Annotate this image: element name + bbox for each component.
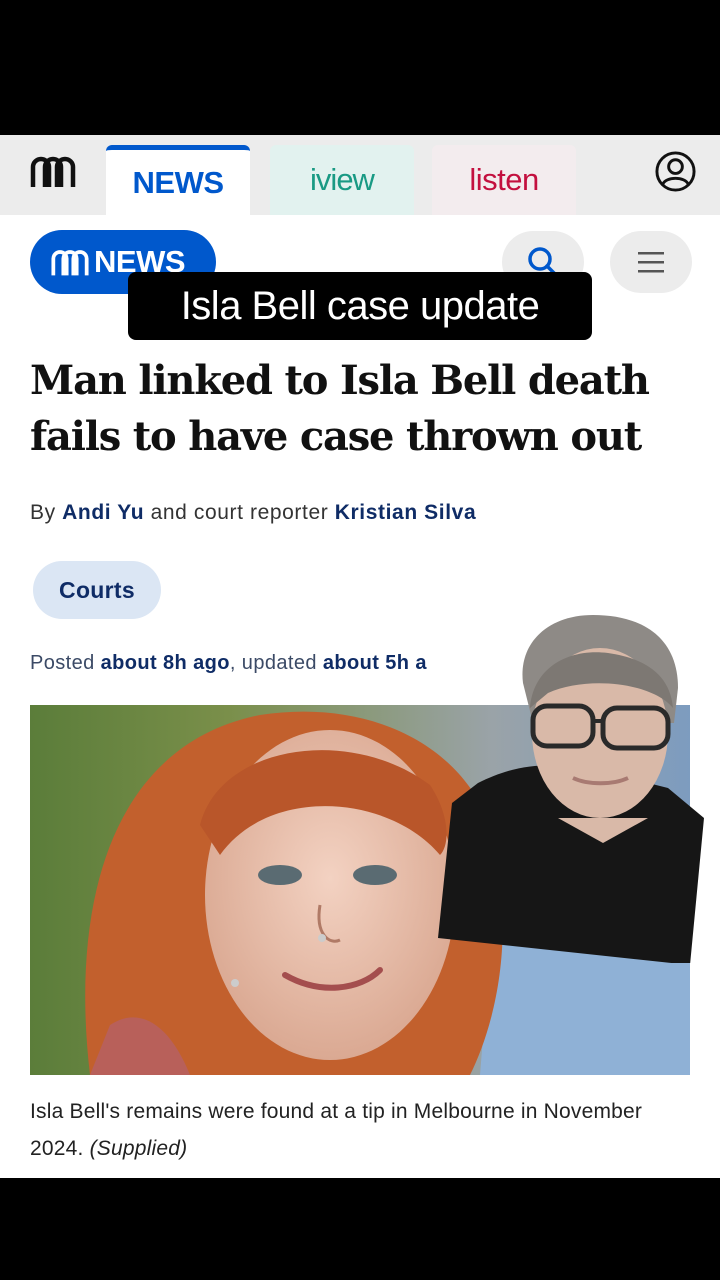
author-link-1[interactable]: Andi Yu bbox=[62, 501, 144, 524]
byline-prefix: By bbox=[30, 501, 56, 524]
byline-middle: and court reporter bbox=[150, 501, 329, 524]
updated-time: about 5h a bbox=[322, 652, 427, 674]
tab-news-label: NEWS bbox=[132, 164, 225, 200]
byline: By Andi Yu and court reporter Kristian S… bbox=[30, 501, 476, 525]
tab-iview-label: iview bbox=[310, 162, 375, 197]
updated-prefix: , updated bbox=[229, 652, 317, 674]
posted-time: about 8h ago bbox=[100, 652, 230, 674]
video-caption-text: Isla Bell case update bbox=[180, 283, 540, 328]
creator-video-cutout bbox=[438, 613, 706, 965]
account-icon[interactable] bbox=[654, 150, 697, 193]
tab-news[interactable]: NEWS bbox=[106, 145, 250, 215]
tab-iview[interactable]: iview bbox=[270, 145, 414, 215]
topic-tag-label: Courts bbox=[59, 576, 135, 603]
image-caption: Isla Bell's remains were found at a tip … bbox=[30, 1093, 670, 1167]
author-link-2[interactable]: Kristian Silva bbox=[335, 501, 476, 524]
posted-timestamp: Posted about 8h ago, updated about 5h a bbox=[30, 652, 427, 675]
creator-video-illustration bbox=[438, 615, 704, 965]
menu-button[interactable] bbox=[610, 231, 692, 293]
image-credit: (Supplied) bbox=[89, 1137, 188, 1160]
hamburger-menu-icon bbox=[638, 252, 664, 273]
posted-prefix: Posted bbox=[30, 652, 95, 674]
abc-logo-icon bbox=[51, 250, 89, 276]
article-headline: Man linked to Isla Bell death fails to h… bbox=[30, 357, 650, 460]
app-screen: NEWS iview listen NEWS Isla Bell case up… bbox=[0, 135, 720, 1178]
tab-listen-label: listen bbox=[469, 162, 539, 197]
abc-logo-icon[interactable] bbox=[30, 153, 76, 189]
video-caption-overlay: Isla Bell case update bbox=[128, 272, 592, 340]
topic-tag-courts[interactable]: Courts bbox=[33, 561, 161, 619]
tab-listen[interactable]: listen bbox=[432, 145, 576, 215]
network-nav: NEWS iview listen bbox=[0, 135, 720, 215]
